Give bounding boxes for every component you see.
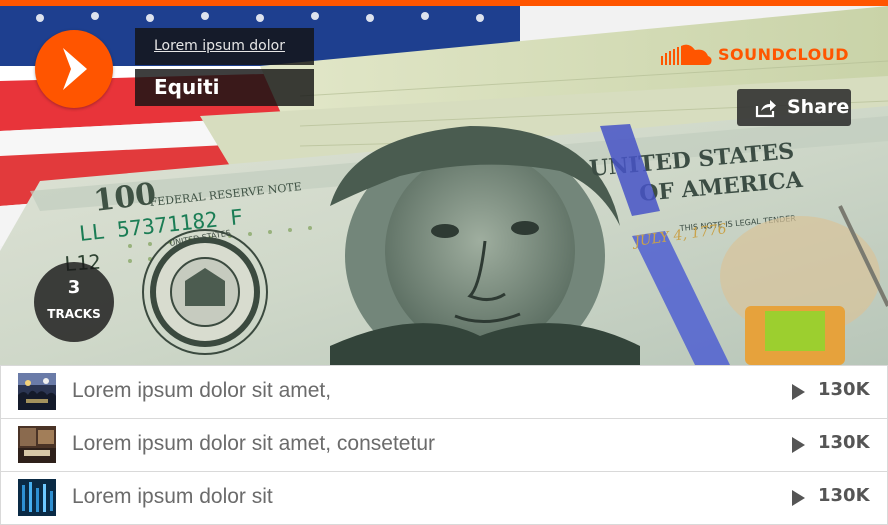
soundcloud-wordmark: SOUNDCLOUD	[718, 44, 850, 64]
user-name-box[interactable]: Lorem ipsum dolor	[135, 28, 314, 65]
track-title: Lorem ipsum dolor sit amet,	[72, 379, 332, 402]
interior-room-thumbnail-icon	[18, 426, 56, 463]
share-button[interactable]: Share	[737, 89, 851, 126]
track-count-label: TRACKS	[47, 307, 101, 321]
play-count: 130K	[818, 379, 870, 400]
track-title: Lorem ipsum dolor sit	[72, 485, 273, 508]
play-count-icon	[792, 490, 805, 506]
concert-crowd-thumbnail-icon	[18, 373, 56, 410]
track-row[interactable]: Lorem ipsum dolor sit 130K	[0, 471, 888, 525]
play-count: 130K	[818, 485, 870, 506]
soundcloud-logo[interactable]: SOUNDCLOUD	[661, 42, 849, 66]
user-name-link[interactable]: Lorem ipsum dolor	[154, 38, 285, 54]
blue-abstract-thumbnail-icon	[18, 479, 56, 516]
track-list: Lorem ipsum dolor sit amet, 130K Lorem i…	[0, 365, 888, 525]
track-row[interactable]: Lorem ipsum dolor sit amet, consetetur 1…	[0, 418, 888, 472]
play-arrow-icon	[63, 48, 87, 90]
track-title: Lorem ipsum dolor sit amet, consetetur	[72, 432, 435, 455]
track-count: 3	[67, 277, 81, 298]
share-label: Share	[787, 96, 850, 118]
play-button[interactable]	[35, 30, 113, 108]
playlist-title: Equiti	[154, 75, 220, 99]
play-count-icon	[792, 437, 805, 453]
artwork-banner: 100 FEDERAL RESERVE NOTE LL 57371182 F L…	[0, 6, 888, 365]
share-icon	[755, 100, 776, 118]
track-row[interactable]: Lorem ipsum dolor sit amet, 130K	[0, 365, 888, 419]
playlist-title-box: Equiti	[135, 69, 314, 106]
play-count-icon	[792, 384, 805, 400]
soundcloud-cloud-icon	[661, 44, 712, 65]
track-thumbnail	[18, 373, 56, 410]
track-thumbnail	[18, 479, 56, 516]
soundcloud-player-widget: 100 FEDERAL RESERVE NOTE LL 57371182 F L…	[0, 0, 888, 525]
track-thumbnail	[18, 426, 56, 463]
play-count: 130K	[818, 432, 870, 453]
track-count-badge: 3 TRACKS	[34, 262, 114, 342]
